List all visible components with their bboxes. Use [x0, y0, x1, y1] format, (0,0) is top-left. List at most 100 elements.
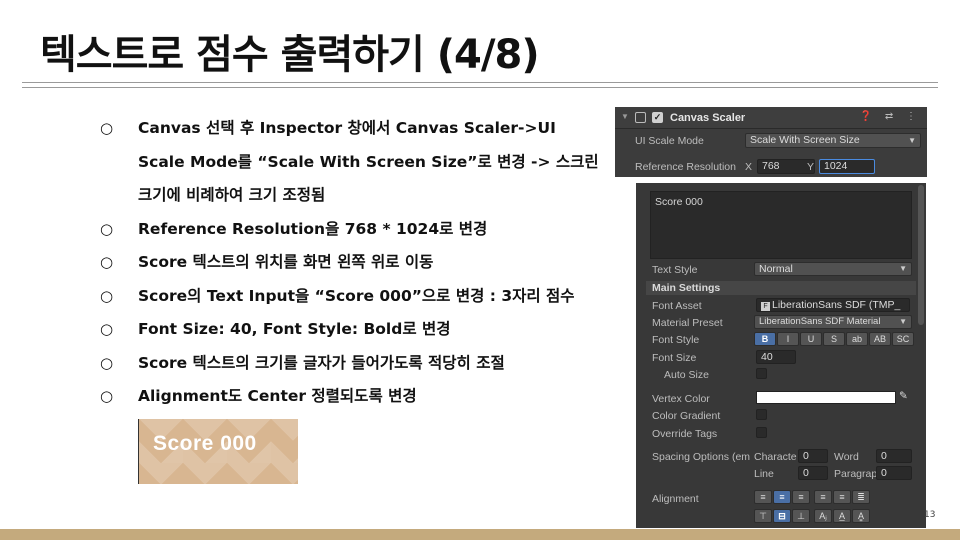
score-preview-image: Score 000 [138, 419, 298, 484]
score-preview-text: Score 000 [153, 432, 257, 455]
text-input-area[interactable]: Score 000 [650, 191, 912, 259]
align-midline-button[interactable]: A̲ [833, 509, 851, 523]
spacing-options-label: Spacing Options (em [652, 451, 751, 463]
lowercase-button[interactable]: ab [846, 332, 868, 346]
override-tags-checkbox[interactable] [756, 427, 767, 438]
override-tags-label: Override Tags [652, 428, 718, 440]
y-label: Y [807, 161, 815, 173]
chevron-down-icon: ▼ [899, 317, 907, 326]
alignment-label: Alignment [652, 493, 699, 505]
font-file-icon: F [761, 302, 770, 311]
bullet-item: ○ Score의 Text Input을 “Score 000”으로 변경 : … [100, 280, 605, 314]
font-size-input[interactable]: 40 [756, 350, 796, 364]
character-spacing-label: Characte [754, 451, 797, 463]
line-spacing-label: Line [754, 468, 774, 480]
bullet-circle-icon: ○ [100, 387, 114, 405]
bullet-circle-icon: ○ [100, 286, 114, 305]
smallcaps-button[interactable]: SC [892, 332, 914, 346]
footer-bar [0, 529, 960, 540]
align-center-button[interactable]: ≡ [773, 490, 791, 504]
bullet-circle-icon: ○ [100, 353, 114, 372]
align-capline-button[interactable]: A̳ [852, 509, 870, 523]
bullet-circle-icon: ○ [100, 320, 114, 338]
bullet-circle-icon: ○ [100, 119, 114, 137]
bullet-text: Score 텍스트의 위치를 화면 왼쪽 위로 이동 [138, 253, 434, 271]
color-gradient-label: Color Gradient [652, 410, 721, 422]
bullet-text: Score의 Text Input을 “Score 000”으로 변경 : 3자… [138, 286, 575, 305]
font-asset-value: LiberationSans SDF (TMP_ [772, 299, 901, 311]
align-top-button[interactable]: ⊤ [754, 509, 772, 523]
canvas-scaler-header[interactable]: ▼ ✓ Canvas Scaler ❓ ⇄ ⋮ [615, 107, 927, 129]
chevron-down-icon: ▼ [899, 264, 907, 273]
bullet-text: Reference Resolution을 768 * 1024로 변경 [138, 219, 488, 238]
component-menu-icons[interactable]: ❓ ⇄ ⋮ [860, 111, 921, 122]
reference-resolution-label: Reference Resolution [635, 161, 736, 173]
ui-scale-mode-dropdown[interactable]: Scale With Screen Size ▼ [745, 133, 921, 148]
font-asset-field[interactable]: F LiberationSans SDF (TMP_ [756, 298, 910, 312]
instruction-list: ○ Canvas 선택 후 Inspector 창에서 Canvas Scale… [100, 112, 605, 414]
bullet-text: Alignment도 Center 정렬되도록 변경 [138, 387, 417, 405]
inspector-scrollbar[interactable] [918, 185, 924, 325]
component-icon [635, 112, 646, 123]
bullet-item: ○ Alignment도 Center 정렬되도록 변경 [100, 380, 605, 414]
strikethrough-button[interactable]: S [823, 332, 845, 346]
bullet-text: Canvas 선택 후 Inspector 창에서 Canvas Scaler-… [138, 119, 556, 137]
title-divider-top [22, 82, 938, 83]
bullet-text: Font Size: 40, Font Style: Bold로 변경 [138, 320, 451, 338]
character-spacing-input[interactable]: 0 [798, 449, 828, 463]
vertex-color-field[interactable] [756, 391, 896, 404]
bullet-circle-icon: ○ [100, 253, 114, 271]
ui-scale-mode-label: UI Scale Mode [635, 135, 704, 147]
main-settings-header[interactable]: Main Settings [646, 281, 916, 295]
word-spacing-input[interactable]: 0 [876, 449, 912, 463]
chevron-down-icon: ▼ [908, 136, 916, 145]
bullet-text: Score 텍스트의 크기를 글자가 들어가도록 적당히 조절 [138, 353, 505, 372]
align-right-button[interactable]: ≡ [792, 490, 810, 504]
title-divider-bottom [22, 87, 938, 88]
material-preset-label: Material Preset [652, 317, 723, 329]
component-enabled-checkbox[interactable]: ✓ [652, 112, 663, 123]
align-left-button[interactable]: ≡ [754, 490, 772, 504]
text-style-dropdown[interactable]: Normal ▼ [754, 262, 912, 276]
x-label: X [745, 161, 753, 173]
text-style-label: Text Style [652, 264, 698, 276]
word-spacing-label: Word [834, 451, 859, 463]
align-flush-button[interactable]: ≡ [833, 490, 851, 504]
bullet-text: 크기에 비례하여 크기 조정됨 [138, 186, 326, 204]
bullet-item: ○ Font Size: 40, Font Style: Bold로 변경 [100, 313, 605, 347]
uppercase-button[interactable]: AB [869, 332, 891, 346]
bullet-text: Scale Mode를 “Scale With Screen Size”로 변경… [138, 152, 599, 171]
component-name: Canvas Scaler [670, 112, 746, 124]
vertex-color-label: Vertex Color [652, 393, 710, 405]
bullet-item: ○ Score 텍스트의 크기를 글자가 들어가도록 적당히 조절 [100, 347, 605, 381]
align-baseline-button[interactable]: Aⱼ [814, 509, 832, 523]
align-bottom-button[interactable]: ⊥ [792, 509, 810, 523]
paragraph-spacing-input[interactable]: 0 [876, 466, 912, 480]
bullet-item: ○ Score 텍스트의 위치를 화면 왼쪽 위로 이동 [100, 246, 605, 280]
italic-button[interactable]: I [777, 332, 799, 346]
text-style-value: Normal [759, 263, 793, 275]
align-justify-button[interactable]: ≡ [814, 490, 832, 504]
material-preset-value: LiberationSans SDF Material [759, 316, 881, 327]
eyedropper-icon[interactable]: ✎ [899, 390, 908, 402]
align-geometry-button[interactable]: ≣ [852, 490, 870, 504]
font-asset-label: Font Asset [652, 300, 702, 312]
auto-size-checkbox[interactable] [756, 368, 767, 379]
bold-button[interactable]: B [754, 332, 776, 346]
line-spacing-input[interactable]: 0 [798, 466, 828, 480]
color-gradient-checkbox[interactable] [756, 409, 767, 420]
font-size-label: Font Size [652, 352, 697, 364]
canvas-scaler-panel: ▼ ✓ Canvas Scaler ❓ ⇄ ⋮ UI Scale Mode Sc… [615, 107, 927, 177]
underline-button[interactable]: U [800, 332, 822, 346]
align-middle-button[interactable]: ⊟ [773, 509, 791, 523]
paragraph-spacing-label: Paragrap [834, 468, 878, 480]
bullet-item: ○ Reference Resolution을 768 * 1024로 변경 [100, 213, 605, 247]
page-number: 13 [924, 510, 936, 520]
material-preset-dropdown[interactable]: LiberationSans SDF Material ▼ [754, 315, 912, 329]
bullet-item: ○ Canvas 선택 후 Inspector 창에서 Canvas Scale… [100, 112, 605, 213]
ui-scale-mode-value: Scale With Screen Size [750, 134, 860, 146]
auto-size-label: Auto Size [664, 369, 709, 381]
foldout-arrow-icon[interactable]: ▼ [621, 112, 629, 121]
font-style-label: Font Style [652, 334, 700, 346]
resolution-y-input[interactable]: 1024 [819, 159, 875, 174]
